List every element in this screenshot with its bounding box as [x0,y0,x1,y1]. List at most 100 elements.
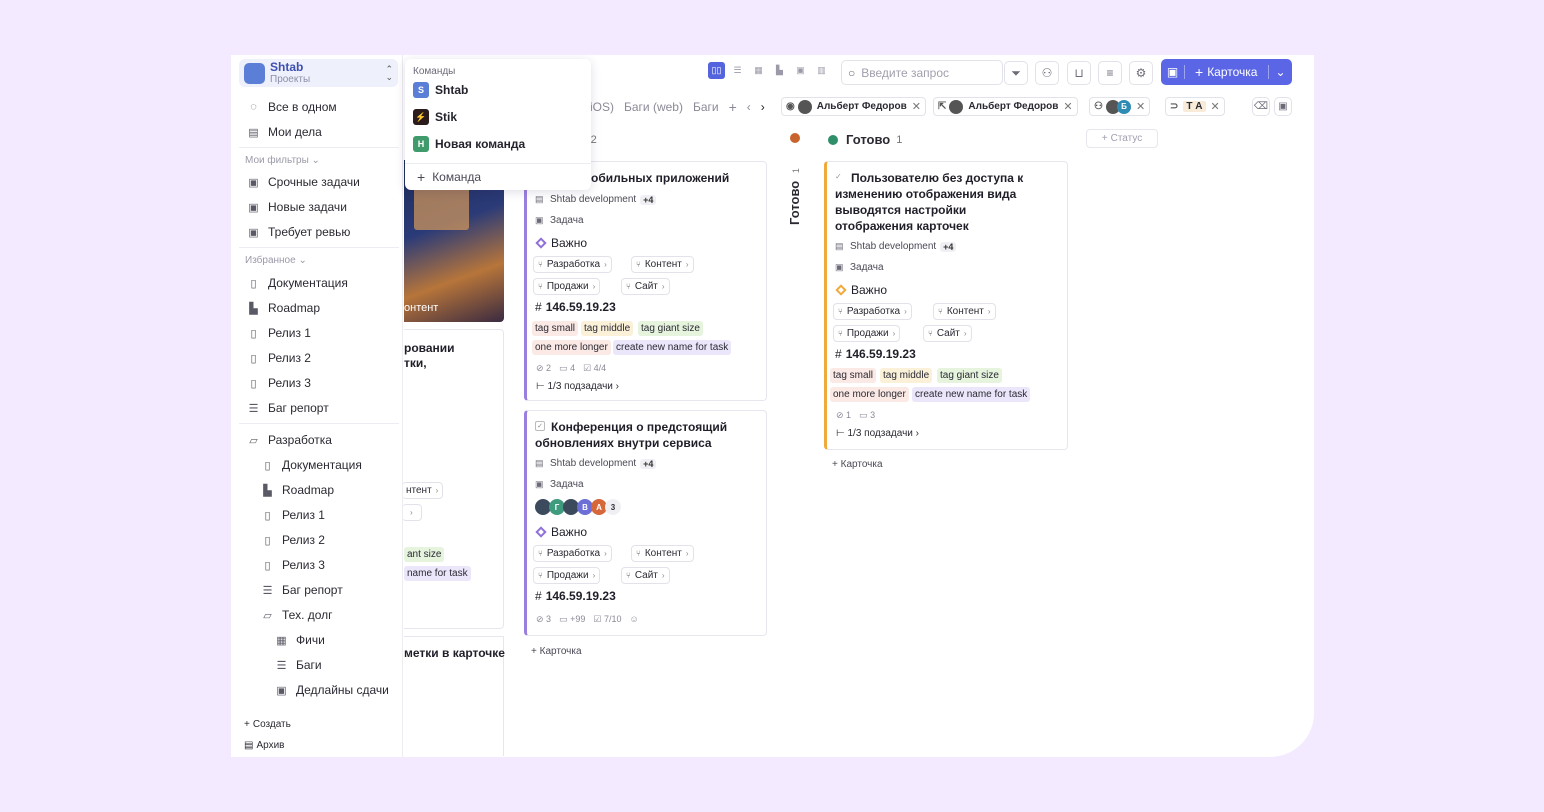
basket-icon[interactable]: ⊔ [1067,61,1091,85]
card-assignees[interactable]: Г В А 3 [535,499,621,515]
card-subtasks[interactable]: ⊢ 1/3 подзадачи › [536,381,619,392]
add-card-button[interactable]: + Карточка [531,646,582,657]
sidebar-item-favorite[interactable]: ▯ Документация [247,273,347,293]
chevron-right-icon[interactable]: › [761,100,765,114]
card-partial[interactable]: метки в карточке [404,636,505,756]
sidebar-item-favorite[interactable]: ▯ Релиз 3 [247,373,311,393]
chevron-down-icon[interactable]: ⌄ [1268,65,1292,79]
sidebar-item-folder[interactable]: ▙ Roadmap [261,480,334,500]
tag[interactable]: ant size [404,547,445,562]
card-partial[interactable]: ровании тки, нтент › › ant size name for … [402,329,504,629]
sidebar-item-subfolder[interactable]: ☰ Баги [275,655,322,675]
team-item-stik[interactable]: ⚡ Stik [413,108,457,126]
create-button[interactable]: + Создать [244,714,291,734]
task-card[interactable]: ✓ Конференция о предстоящий обновлениях … [524,410,767,636]
table-view-icon[interactable]: ▦ [750,62,767,79]
tag-pill[interactable]: ⑂ Продажи › [833,325,901,342]
sidebar-item-filter[interactable]: ▣ Новые задачи [247,197,347,217]
sidebar-item-folder[interactable]: ▯ Релиз 2 [261,530,325,550]
filter-icon[interactable]: ⏷ [1004,61,1028,85]
tag[interactable]: tag giant size [638,321,703,336]
project-switcher[interactable]: Shtab Проекты ⌃ ⌄ [239,59,398,87]
gantt-view-icon[interactable]: ▙ [771,62,788,79]
tag[interactable]: one more longer [532,340,611,355]
close-icon[interactable]: ✕ [1063,100,1072,113]
tag[interactable]: create new name for task [912,387,1031,402]
filter-chip-owner[interactable]: ⇱ Альберт Федоров ✕ [933,97,1078,116]
task-card[interactable]: ение мобильных приложений ▤ Shtab develop… [524,161,767,401]
sidebar-item-favorite[interactable]: ☰ Баг репорт [247,398,329,418]
tag-pill[interactable]: ⑂ Разработка › [833,303,912,320]
board-view-icon[interactable]: ▯▯ [708,62,725,79]
tag[interactable]: tag middle [880,368,933,383]
sidebar-folder-development[interactable]: ▱ Разработка [247,430,332,450]
close-icon[interactable]: ✕ [912,100,921,113]
task-card[interactable]: ✓ Пользователю без доступа к изменению о… [824,161,1068,450]
search-field[interactable]: ○ Введите запрос [841,60,1003,85]
tag-pill[interactable]: ⑂ Контент › [631,256,694,273]
tag-pill[interactable]: ⑂ Разработка › [533,545,612,562]
tag-pill[interactable]: ⑂ Контент › [933,303,996,320]
sidebar-item-favorite[interactable]: ▯ Релиз 2 [247,348,311,368]
collapsed-column[interactable]: Готово 1 [787,163,807,233]
sidebar-item-favorite[interactable]: ▯ Релиз 1 [247,323,311,343]
tab[interactable]: Баги [693,100,719,114]
sidebar-item-folder[interactable]: ☰ Баг репорт [261,580,343,600]
eraser-icon[interactable]: ⌫ [1252,97,1270,116]
sidebar-item-all-in-one[interactable]: ◌ Все в одном [247,97,336,117]
sidebar-item-folder[interactable]: ▯ Релиз 3 [261,555,325,575]
sidebar-subfolder-techdebt[interactable]: ▱ Тех. долг [261,605,332,625]
tag-pill[interactable]: ⑂ Контент › [631,545,694,562]
team-item-shtab[interactable]: S Shtab [413,81,468,99]
tag-pill[interactable]: ⑂ Продажи › [533,278,601,295]
new-card-button[interactable]: ▣ + Карточка ⌄ [1161,59,1292,85]
add-team-button[interactable]: + Команда [417,169,481,185]
add-status-button[interactable]: + Статус [1086,129,1158,148]
tag[interactable]: tag middle [581,321,634,336]
tag[interactable]: tag giant size [937,368,1002,383]
save-view-icon[interactable]: ▣ [1161,65,1185,79]
favorites-header[interactable]: Избранное ⌄ [245,255,307,266]
users-icon[interactable]: ⚇ [1035,61,1059,85]
card-subtasks[interactable]: ⊢ 1/3 подзадачи › [836,428,919,439]
chart-view-icon[interactable]: ▥ [813,62,830,79]
sidebar-item-my-tasks[interactable]: ▤ Мои дела [247,122,322,142]
tag-pill[interactable]: ⑂ Разработка › [533,256,612,273]
sidebar-item-filter[interactable]: ▣ Срочные задачи [247,172,360,192]
tag[interactable]: tag small [532,321,579,336]
tag[interactable]: tag small [830,368,877,383]
tag-pill[interactable]: ⑂ Сайт › [923,325,972,342]
sidebar-item-folder[interactable]: ▯ Релиз 1 [261,505,325,525]
tag[interactable]: name for task [404,566,471,581]
tag-pill[interactable]: ⑂ Сайт › [621,567,670,584]
gear-icon[interactable]: ⚙ [1129,61,1153,85]
chevron-left-icon[interactable]: ‹ [747,100,751,114]
filters-header[interactable]: Мои фильтры ⌄ [245,155,320,166]
tab[interactable]: Баги (web) [624,100,683,114]
sidebar-item-subfolder[interactable]: ▣ Дедлайны сдачи [275,680,389,700]
tag-pill[interactable]: ⑂ Сайт › [621,278,670,295]
sidebar-item-filter[interactable]: ▣ Требует ревью [247,222,350,242]
sidebar-item-folder[interactable]: ▯ Документация [261,455,361,475]
close-icon[interactable]: ✕ [1211,100,1220,113]
team-item-new[interactable]: Н Новая команда [413,135,525,153]
add-card-button[interactable]: + Карточка [832,459,883,470]
tag-pill[interactable]: нтент › [402,482,444,499]
filter-chip-observer[interactable]: ◉ Альберт Федоров ✕ [781,97,926,116]
search-input[interactable]: Введите запрос [861,66,949,80]
sidebar-item-favorite[interactable]: ▙ Roadmap [247,298,320,318]
save-icon[interactable]: ▣ [1274,97,1292,116]
tag[interactable]: create new name for task [613,340,732,355]
filter-chip-assignees[interactable]: ⚇ Б ✕ [1089,97,1151,116]
sidebar-item-subfolder[interactable]: ▦ Фичи [275,630,324,650]
filter-chip-tags[interactable]: ⊃ Т А ✕ [1165,97,1225,116]
tag-pill[interactable]: › [402,504,422,521]
tag-pill[interactable]: ⑂ Продажи › [533,567,601,584]
calendar-view-icon[interactable]: ▣ [792,62,809,79]
list-view-icon[interactable]: ☰ [729,62,746,79]
archive-button[interactable]: ▤ Архив [244,735,284,755]
add-tab-icon[interactable]: + [729,99,737,115]
close-icon[interactable]: ✕ [1136,100,1145,113]
tag[interactable]: one more longer [830,387,909,402]
sliders-icon[interactable]: ≡ [1098,61,1122,85]
